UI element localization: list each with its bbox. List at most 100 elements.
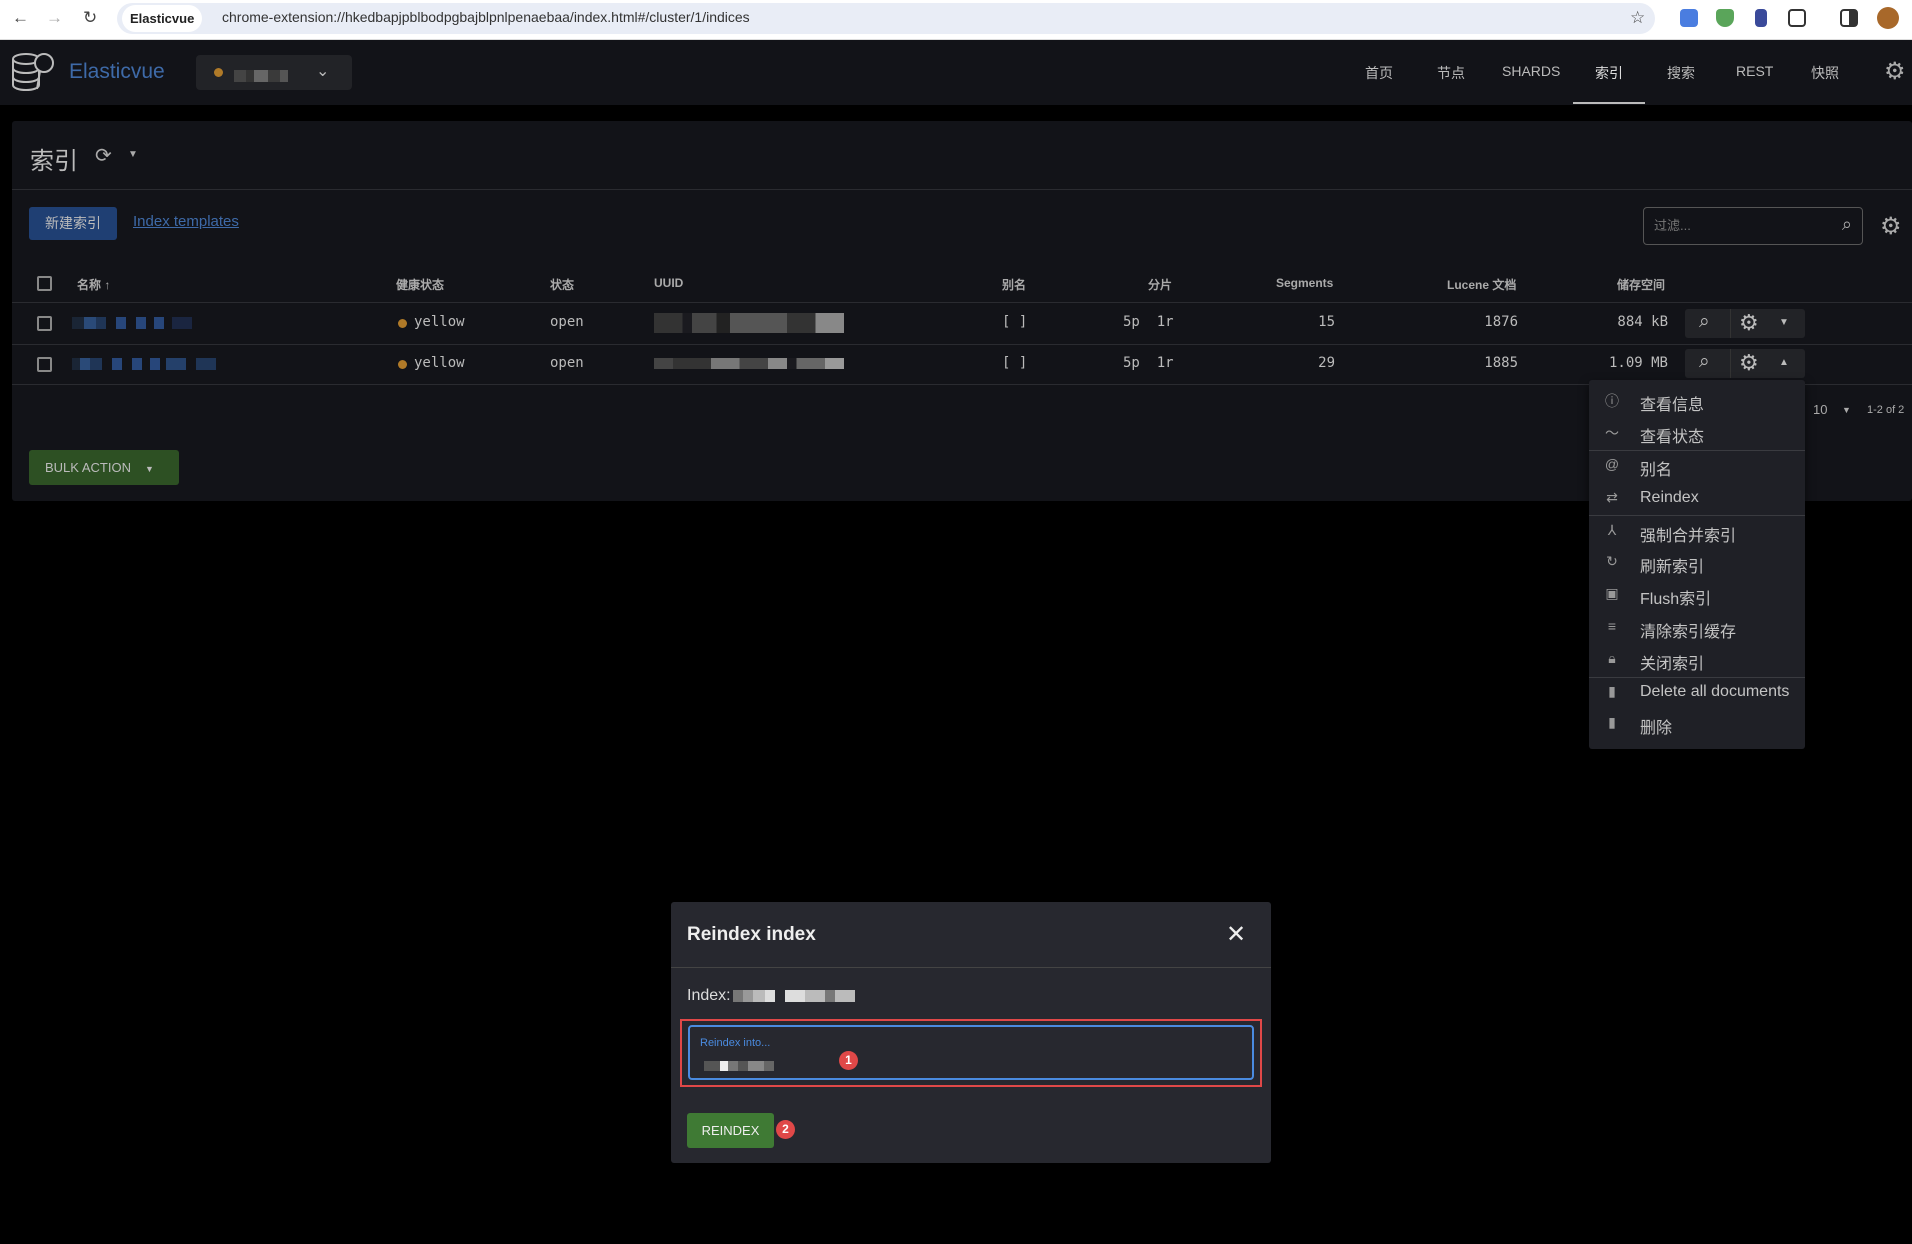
- divider: [12, 189, 1912, 190]
- nav-home[interactable]: 首页: [1365, 63, 1393, 83]
- health-dot: [398, 360, 407, 369]
- filter-input[interactable]: [1654, 218, 1824, 233]
- sidepanel-icon[interactable]: [1840, 9, 1858, 27]
- row-checkbox[interactable]: [37, 316, 52, 331]
- search-icon[interactable]: ⌕: [1699, 351, 1710, 373]
- search-icon[interactable]: ⌕: [1699, 311, 1710, 333]
- menu-item-clear-cache[interactable]: ≡ 清除索引缓存: [1589, 612, 1805, 644]
- extension-icon[interactable]: [1755, 9, 1767, 27]
- gear-icon[interactable]: ⚙: [1739, 350, 1759, 376]
- col-lucene[interactable]: Lucene 文档: [1447, 276, 1516, 293]
- reindex-into-field[interactable]: Reindex into...: [688, 1025, 1254, 1080]
- menu-item-refresh[interactable]: ↻ 刷新索引: [1589, 547, 1805, 579]
- rows-per-page-select[interactable]: 10: [1813, 402, 1827, 417]
- nav-nodes[interactable]: 节点: [1437, 63, 1465, 83]
- menu-item-info[interactable]: ⓘ 查看信息: [1589, 385, 1805, 417]
- shield-extension-icon[interactable]: [1716, 9, 1734, 27]
- browser-toolbar: ← → ↻ Elasticvue chrome-extension://hked…: [0, 0, 1912, 40]
- refresh-icon[interactable]: ⟳: [95, 143, 112, 168]
- caret-down-icon[interactable]: ▼: [1779, 317, 1789, 328]
- col-name[interactable]: 名称 ↑: [77, 276, 110, 293]
- status-text: open: [550, 355, 584, 371]
- reindex-into-label: Reindex into...: [700, 1037, 771, 1049]
- menu-item-delete-docs[interactable]: ▮ Delete all documents: [1589, 677, 1805, 709]
- menu-item-stats[interactable]: 〜查看状态: [1589, 417, 1805, 449]
- menu-item-reindex[interactable]: ⇄ Reindex: [1589, 483, 1805, 515]
- col-status[interactable]: 状态: [550, 276, 574, 293]
- back-icon[interactable]: ←: [12, 8, 29, 28]
- table-row: yellow open [ ] 5p 1r 29 1885 1.09 MB ⌕ …: [0, 345, 1912, 384]
- nav-shards[interactable]: SHARDS: [1502, 63, 1560, 79]
- index-name-redacted: [733, 990, 855, 1002]
- url-text[interactable]: chrome-extension://hkedbapjpblbodpgbajbl…: [222, 9, 750, 25]
- archive-icon: ▣: [1605, 585, 1619, 601]
- puzzle-icon[interactable]: [1788, 9, 1806, 27]
- caret-down-icon[interactable]: ▼: [1842, 405, 1851, 415]
- avatar[interactable]: [1877, 7, 1899, 29]
- trash-icon: ▮: [1608, 683, 1616, 699]
- lucene-docs-text: 1876: [1484, 314, 1518, 330]
- alias-text: [ ]: [1002, 355, 1028, 371]
- gear-icon[interactable]: ⚙: [1739, 310, 1759, 336]
- annotation-badge: 2: [776, 1120, 795, 1139]
- reindex-target-value-redacted[interactable]: [704, 1061, 774, 1071]
- alias-text: [ ]: [1002, 314, 1028, 330]
- col-segments[interactable]: Segments: [1276, 276, 1333, 290]
- translate-extension-icon[interactable]: [1680, 9, 1698, 27]
- select-all-checkbox[interactable]: [37, 276, 52, 291]
- segments-text: 29: [1318, 355, 1335, 371]
- filter-field[interactable]: ⌕: [1643, 207, 1863, 245]
- nav-indices[interactable]: 索引: [1595, 63, 1623, 83]
- site-chip[interactable]: Elasticvue: [122, 5, 203, 32]
- menu-item-forcemerge[interactable]: ⅄ 强制合并索引: [1589, 516, 1805, 548]
- close-icon[interactable]: ✕: [1226, 920, 1246, 949]
- bookmark-star-icon[interactable]: ☆: [1630, 8, 1645, 28]
- bulk-action-label: BULK ACTION: [45, 460, 131, 475]
- divider: [671, 967, 1271, 968]
- refresh-icon: ↻: [1606, 553, 1618, 569]
- table-settings-gear-icon[interactable]: ⚙: [1880, 212, 1902, 241]
- cluster-status-dot: [214, 68, 223, 77]
- swap-icon: ⇄: [1606, 489, 1618, 505]
- bulk-action-button[interactable]: BULK ACTION ▼: [29, 450, 179, 485]
- health-text: yellow: [414, 355, 465, 371]
- col-alias[interactable]: 别名: [1002, 276, 1026, 293]
- refresh-dropdown-caret-icon[interactable]: ▼: [128, 149, 138, 160]
- cluster-selector[interactable]: ⌄: [196, 55, 352, 90]
- brand-name[interactable]: Elasticvue: [69, 60, 165, 84]
- reindex-button[interactable]: REINDEX: [687, 1113, 774, 1148]
- col-uuid[interactable]: UUID: [654, 276, 683, 290]
- index-actions-menu: ⓘ 查看信息 〜查看状态 @ 别名 ⇄ Reindex ⅄ 强制合并索引 ↻ 刷新索引 ▣…: [1589, 380, 1805, 749]
- clear-icon: ≡: [1607, 618, 1617, 634]
- search-icon: ⌕: [1841, 214, 1852, 234]
- col-shards[interactable]: 分片: [1148, 276, 1172, 293]
- pagination-range: 1-2 of 2: [1867, 404, 1905, 416]
- menu-item-flush[interactable]: ▣ Flush索引: [1589, 579, 1805, 611]
- page-title: 索引: [30, 148, 78, 175]
- caret-up-icon[interactable]: ▲: [1779, 357, 1789, 368]
- index-name-link-redacted[interactable]: [72, 317, 192, 329]
- col-storage[interactable]: 储存空间: [1617, 276, 1665, 293]
- merge-icon: ⅄: [1607, 522, 1617, 538]
- reload-icon[interactable]: ↻: [83, 8, 97, 28]
- menu-item-close[interactable]: 🔒︎ 关闭索引: [1589, 644, 1805, 676]
- health-text: yellow: [414, 314, 465, 330]
- elasticvue-logo-icon: [12, 53, 54, 92]
- nav-snapshots[interactable]: 快照: [1811, 63, 1839, 83]
- uuid-redacted: [654, 358, 844, 369]
- menu-item-delete[interactable]: ▮ 删除: [1589, 708, 1805, 740]
- lock-icon: 🔒︎: [1608, 650, 1616, 666]
- new-index-button[interactable]: 新建索引: [29, 207, 117, 240]
- shards-text: 5p 1r: [1123, 314, 1174, 330]
- row-checkbox[interactable]: [37, 357, 52, 372]
- info-icon: ⓘ: [1605, 393, 1619, 409]
- index-templates-link[interactable]: Index templates: [133, 213, 239, 230]
- nav-search[interactable]: 搜索: [1667, 63, 1695, 83]
- nav-rest[interactable]: REST: [1736, 63, 1773, 79]
- active-nav-indicator: [1573, 102, 1645, 104]
- col-health[interactable]: 健康状态: [396, 276, 444, 293]
- settings-gear-icon[interactable]: ⚙: [1884, 57, 1906, 86]
- menu-item-alias[interactable]: @ 别名: [1589, 450, 1805, 482]
- index-name-link-redacted[interactable]: [72, 358, 216, 370]
- forward-icon[interactable]: →: [46, 8, 63, 28]
